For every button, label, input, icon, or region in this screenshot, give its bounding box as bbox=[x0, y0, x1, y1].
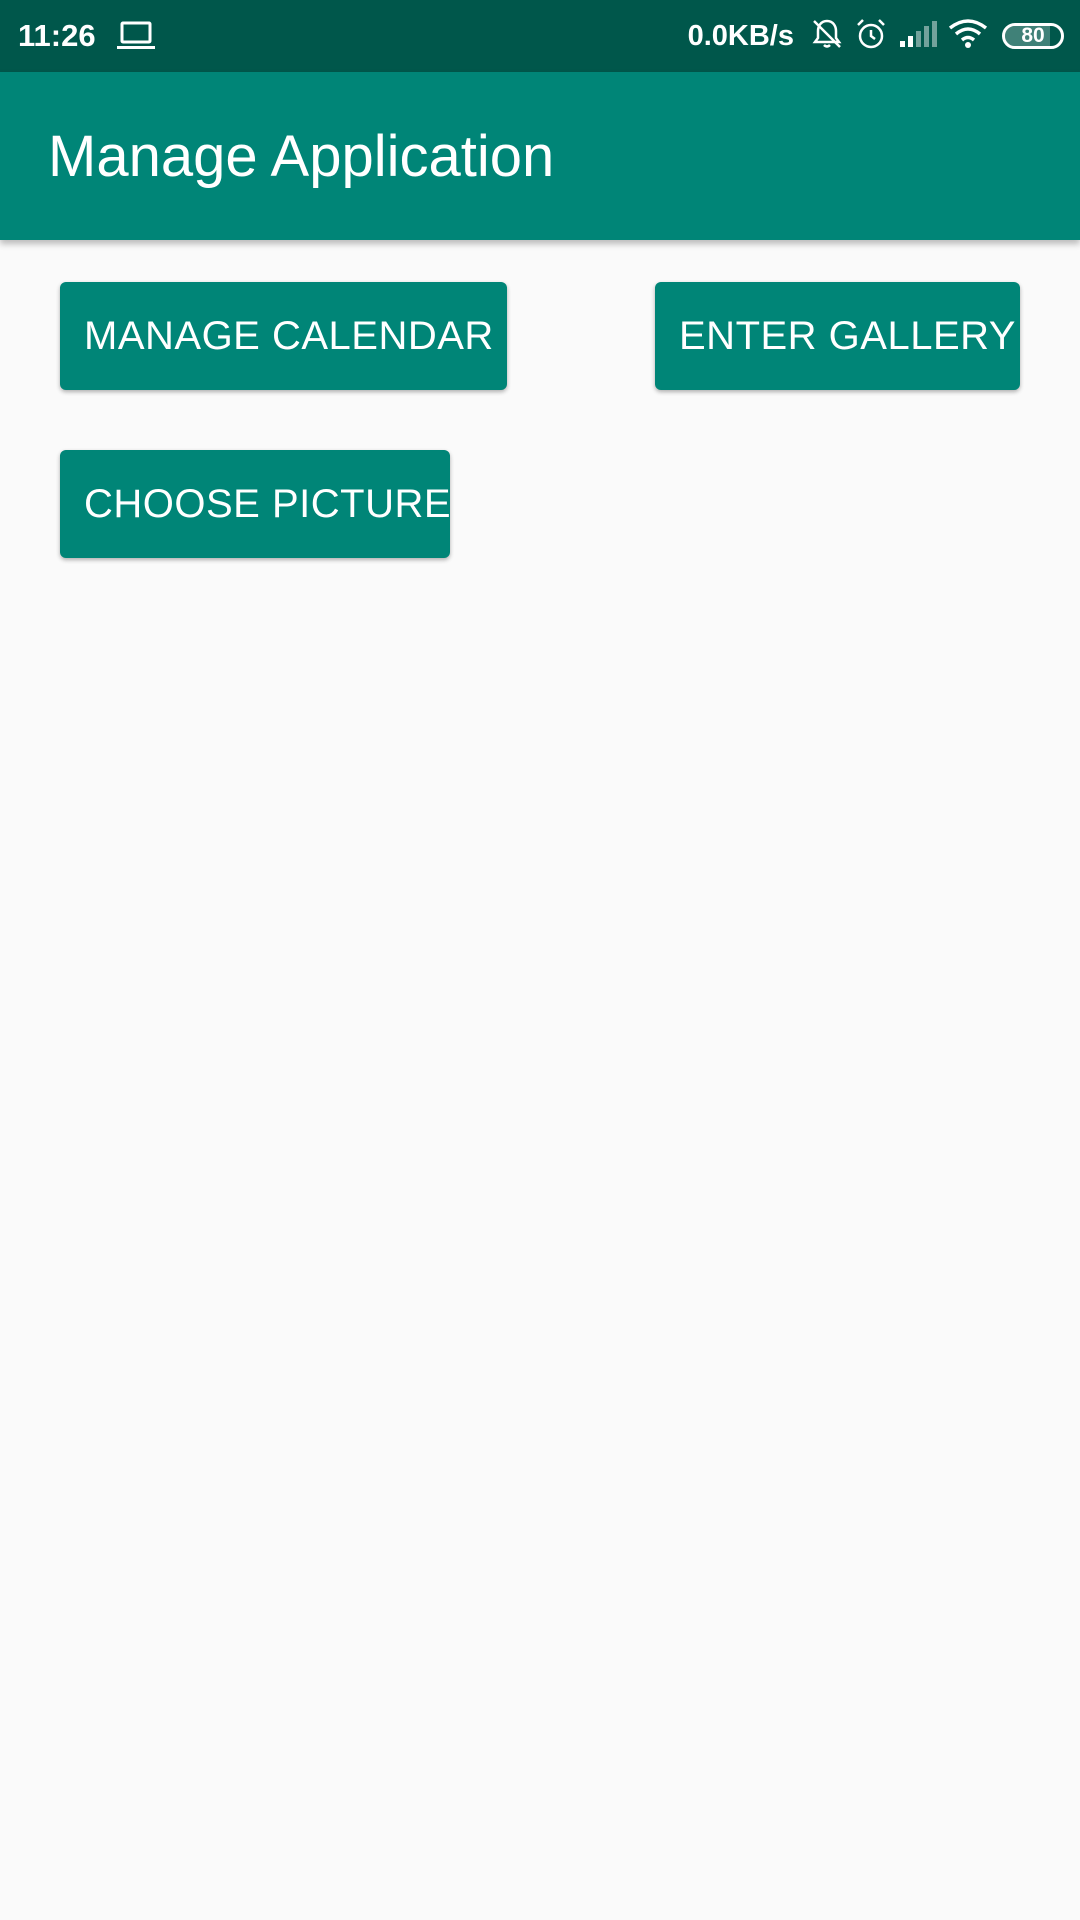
bell-off-icon bbox=[810, 17, 844, 56]
page-title: Manage Application bbox=[48, 124, 555, 189]
battery-icon: 80 bbox=[1002, 23, 1064, 49]
network-speed: 0.0KB/s bbox=[687, 19, 794, 52]
status-bar: 11:26 0.0KB/s 80 bbox=[0, 0, 1080, 72]
wifi-icon bbox=[948, 18, 988, 55]
laptop-icon bbox=[116, 20, 156, 52]
enter-gallery-button[interactable]: ENTER GALLERY bbox=[655, 282, 1020, 390]
battery-level: 80 bbox=[1021, 24, 1045, 47]
status-time: 11:26 bbox=[18, 18, 96, 53]
choose-picture-button[interactable]: CHOOSE PICTURE bbox=[60, 450, 451, 558]
status-right-group: 0.0KB/s 80 bbox=[688, 0, 1064, 72]
alarm-icon bbox=[854, 17, 888, 56]
signal-icon bbox=[898, 19, 938, 54]
manage-calendar-button[interactable]: MANAGE CALENDAR bbox=[60, 282, 507, 390]
screen: 11:26 0.0KB/s 80 Manage Application MANA… bbox=[0, 0, 1080, 1920]
app-bar: Manage Application bbox=[0, 72, 1080, 240]
